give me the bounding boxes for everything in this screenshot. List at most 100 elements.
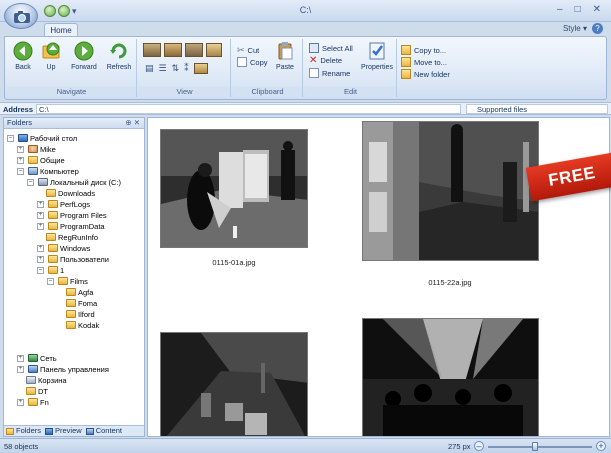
paste-button[interactable]: Paste (271, 41, 299, 71)
tree-node[interactable]: – Films (47, 276, 88, 286)
concert-photo-image (363, 319, 538, 436)
folder-icon (66, 288, 76, 296)
tree-node[interactable]: – Компьютер (17, 166, 79, 176)
back-button[interactable]: Back (9, 41, 37, 71)
expand-icon[interactable]: + (37, 200, 44, 208)
address-input[interactable]: C:\ (36, 104, 461, 114)
tiles-view-icon[interactable]: ⁑ (184, 63, 189, 74)
rename-button[interactable]: Rename (309, 68, 350, 78)
thumbnail-caption[interactable]: 0115-22a.jpg (370, 278, 530, 287)
tree-node[interactable]: + Mike (17, 144, 56, 154)
details-view-icon[interactable]: ☰ (159, 63, 167, 74)
tree-node[interactable]: Ilford (66, 309, 95, 319)
list-view-icon[interactable]: ▤ (145, 63, 154, 74)
application-menu-button[interactable] (4, 3, 38, 29)
file-filter-select[interactable]: Supported files (466, 104, 608, 114)
select-all-button[interactable]: Select All (309, 43, 353, 53)
collapse-icon[interactable]: – (37, 266, 44, 274)
refresh-button[interactable]: Refresh (104, 41, 134, 71)
tree-node[interactable]: Корзина (26, 375, 67, 385)
new-folder-button[interactable]: New folder (401, 69, 450, 79)
expand-icon[interactable]: + (17, 156, 24, 164)
expand-icon[interactable]: + (37, 255, 44, 263)
folder-icon (66, 321, 76, 329)
edit-group: Select All ✕ Delete Rename Properties Edi… (305, 39, 397, 97)
expand-icon[interactable]: + (17, 365, 24, 373)
filmstrip-view-icon[interactable] (185, 43, 203, 57)
folder-icon (48, 255, 58, 263)
expand-icon[interactable]: + (37, 244, 44, 252)
rename-icon (309, 68, 319, 78)
maximize-button[interactable]: □ (575, 4, 581, 15)
panel-close-button[interactable]: ⊕ ✕ (125, 118, 140, 128)
tree-node[interactable]: DT (26, 386, 48, 396)
delete-button[interactable]: ✕ Delete (309, 55, 342, 66)
tree-node[interactable]: –1 (37, 265, 64, 275)
ribbon: Back Up Forward Refresh Navigate ▤ ☰ ⇅ ⁑ (4, 36, 607, 100)
expand-icon[interactable]: + (17, 354, 24, 362)
preview-view-icon[interactable] (206, 43, 222, 57)
tree-node[interactable]: + Program Files (37, 210, 107, 220)
forward-button[interactable]: Forward (67, 41, 101, 71)
thumbnail-image[interactable] (160, 129, 308, 248)
up-button[interactable]: Up (37, 41, 65, 71)
delete-icon: ✕ (309, 55, 318, 66)
zoom-slider-handle[interactable] (531, 442, 538, 451)
camera-icon (14, 11, 30, 23)
expand-icon[interactable]: + (17, 145, 24, 153)
expand-icon[interactable]: + (37, 222, 44, 230)
tree-node[interactable]: + ProgramData (37, 221, 105, 231)
move-to-button[interactable]: Move to... (401, 57, 447, 67)
tree-node[interactable]: RegRunInfo (46, 232, 98, 242)
preview-tab-icon (45, 427, 54, 435)
tree-node[interactable]: + Сеть (17, 353, 57, 363)
status-bar: 58 objects 275 px – + (0, 438, 611, 453)
thumbnail-caption[interactable]: 0115-01a.jpg (154, 258, 314, 267)
tab-preview[interactable]: Preview (45, 426, 82, 436)
tab-folders[interactable]: Folders (6, 426, 41, 436)
tree-node[interactable]: + Пользователи (37, 254, 109, 264)
edit-group-label: Edit (305, 87, 396, 97)
tree-node[interactable]: Kodak (66, 320, 99, 330)
collapse-icon[interactable]: – (7, 134, 14, 142)
thumbnail-image[interactable] (160, 332, 308, 436)
thumbnail-image[interactable] (362, 318, 539, 436)
tree-node[interactable]: + Windows (37, 243, 90, 253)
expand-icon[interactable]: + (17, 398, 24, 406)
style-menu[interactable]: Style ▾ (563, 24, 587, 33)
tree-node[interactable]: + PerfLogs (37, 199, 90, 209)
thumbnails-view-icon[interactable] (143, 43, 161, 57)
folder-icon (48, 211, 58, 219)
zoom-slider-track[interactable] (488, 446, 592, 448)
large-thumbnails-view-icon[interactable] (164, 43, 182, 57)
sort-view-icon[interactable]: ⇅ (172, 63, 180, 74)
icons-view-icon[interactable] (193, 63, 208, 74)
help-icon[interactable]: ? (592, 23, 603, 34)
properties-button[interactable]: Properties (359, 41, 395, 71)
collapse-icon[interactable]: – (47, 277, 54, 285)
tree-node[interactable]: + Общие (17, 155, 65, 165)
folder-icon (28, 156, 38, 164)
collapse-icon[interactable]: – (27, 178, 34, 186)
tree-node[interactable]: + Панель управления (17, 364, 109, 374)
tree-node[interactable]: – Рабочий стол (7, 133, 77, 143)
zoom-out-button[interactable]: – (474, 441, 484, 451)
tab-content[interactable]: Content (85, 426, 122, 436)
tree-node[interactable]: + Fn (17, 397, 49, 407)
collapse-icon[interactable]: – (17, 167, 24, 175)
tab-home[interactable]: Home (44, 23, 78, 37)
copy-button[interactable]: Copy (237, 57, 268, 67)
tree-node[interactable]: Foma (66, 298, 97, 308)
close-button[interactable]: ✕ (593, 4, 601, 15)
zoom-in-button[interactable]: + (596, 441, 606, 451)
minimize-button[interactable]: – (557, 4, 563, 15)
folder-icon (28, 398, 38, 406)
copy-to-button[interactable]: Copy to... (401, 45, 446, 55)
expand-icon[interactable]: + (37, 211, 44, 219)
thumbnail-image[interactable] (362, 121, 539, 261)
desktop-icon (18, 134, 28, 142)
tree-node[interactable]: Downloads (46, 188, 95, 198)
cut-button[interactable]: ✂ Cut (237, 45, 259, 56)
tree-node[interactable]: – Локальный диск (C:) (27, 177, 121, 187)
tree-node[interactable]: Agfa (66, 287, 93, 297)
